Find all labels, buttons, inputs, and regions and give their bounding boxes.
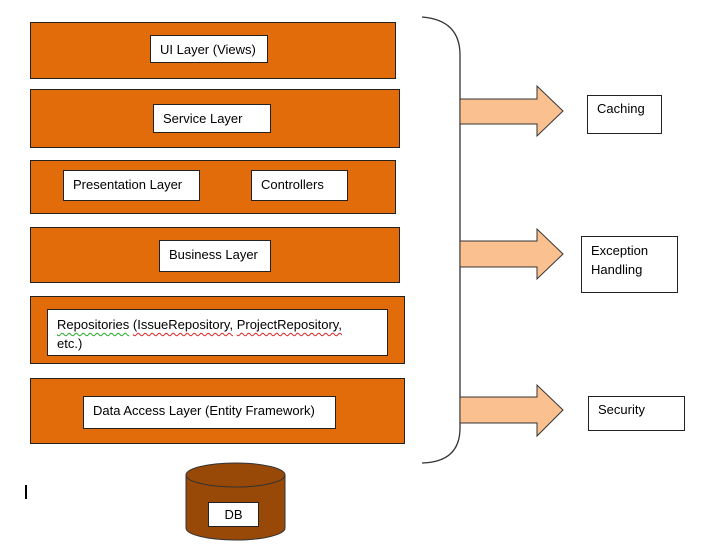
arrow-security: [459, 383, 564, 438]
repositories-label: Repositories (IssueRepository, ProjectRe…: [47, 309, 388, 356]
security-box: Security: [588, 396, 685, 431]
presentation-layer: Presentation Layer Controllers: [30, 160, 396, 214]
grouping-brace: [421, 16, 461, 464]
service-layer-label: Service Layer: [153, 104, 271, 133]
text-cursor: [25, 485, 27, 499]
ui-layer-label: UI Layer (Views): [150, 35, 268, 63]
database-label: DB: [208, 502, 259, 527]
ui-layer: UI Layer (Views): [30, 22, 396, 79]
arrow-caching: [459, 84, 564, 138]
db-cylinder-top: [185, 462, 286, 488]
service-layer: Service Layer: [30, 89, 400, 148]
arrow-exception-handling: [459, 227, 564, 281]
exception-handling-box: Exception Handling: [581, 236, 678, 293]
architecture-diagram: UI Layer (Views) Service Layer Presentat…: [0, 0, 710, 550]
presentation-layer-label: Presentation Layer: [63, 170, 200, 201]
business-layer: Business Layer: [30, 227, 400, 283]
controllers-label: Controllers: [251, 170, 348, 201]
repositories-layer: Repositories (IssueRepository, ProjectRe…: [30, 296, 405, 364]
data-access-layer-label: Data Access Layer (Entity Framework): [83, 396, 336, 429]
caching-box: Caching: [587, 95, 662, 134]
business-layer-label: Business Layer: [159, 240, 271, 272]
data-access-layer: Data Access Layer (Entity Framework): [30, 378, 405, 444]
